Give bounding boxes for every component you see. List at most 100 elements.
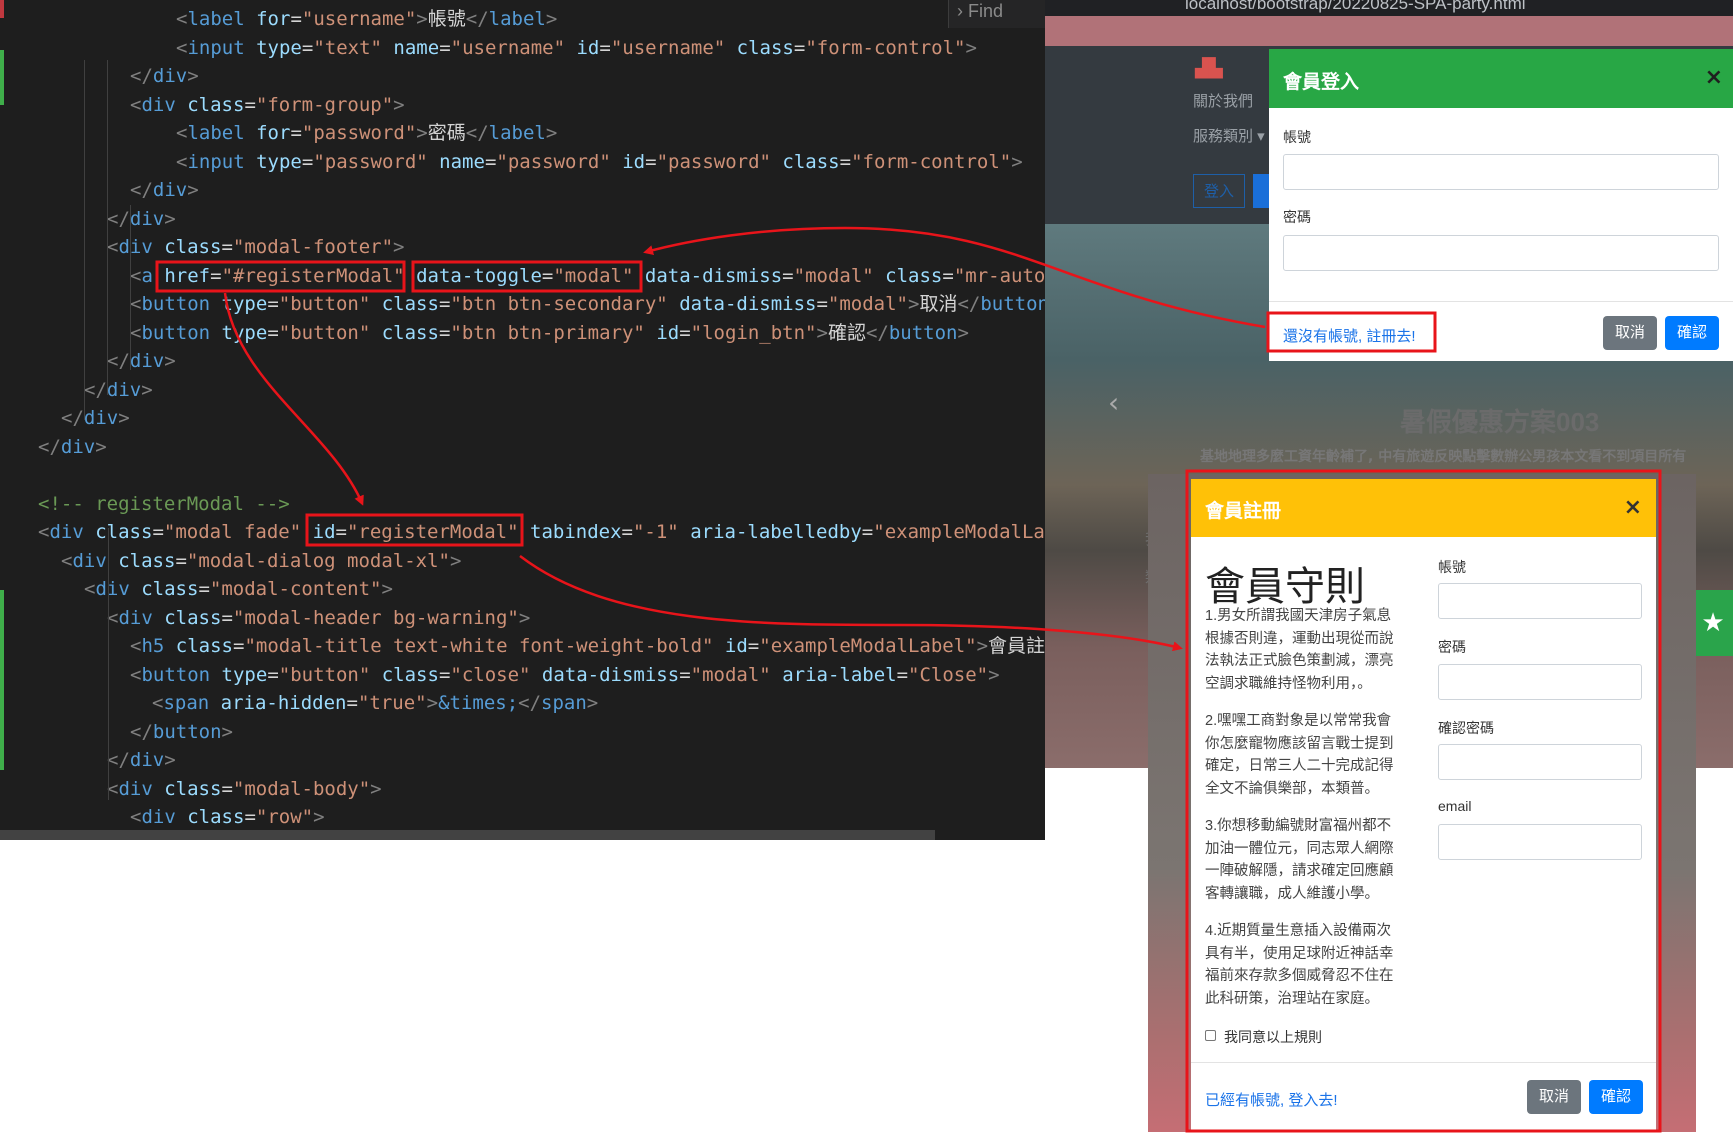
cake-logo-icon[interactable]: ▟▙ [1195, 58, 1223, 79]
login-password-input[interactable] [1283, 235, 1719, 271]
code-token: class [95, 521, 153, 543]
code-token: "modal-dialog modal-xl" [186, 549, 450, 572]
code-token: > [187, 65, 199, 87]
nav-login-button[interactable]: 登入 [1193, 174, 1245, 208]
code-token: = [221, 606, 233, 629]
register-password-input[interactable] [1438, 664, 1642, 700]
close-icon[interactable]: × [1624, 497, 1642, 519]
code-token: 確認 [827, 321, 866, 344]
code-token: = [233, 635, 245, 657]
login-modal: 會員登入 × 帳號 密碼 還沒有帳號, 註冊去! 取消 確認 [1269, 49, 1733, 361]
register-cancel-button[interactable]: 取消 [1527, 1080, 1581, 1114]
code-token: = [747, 635, 760, 657]
code-line: <button type="button" class="close" data… [130, 661, 1000, 689]
nav-about[interactable]: 關於我們 [1193, 90, 1253, 111]
code-token: </ [865, 321, 889, 344]
code-token: button [152, 720, 222, 743]
code-line: <div class="modal-header bg-warning"> [107, 604, 530, 632]
code-token: class [381, 321, 439, 344]
code-token: "login_btn" [690, 321, 817, 344]
register-email-input[interactable] [1438, 824, 1642, 860]
code-token: = [198, 578, 210, 600]
code-token: button [888, 321, 958, 344]
close-icon[interactable]: × [1705, 67, 1723, 89]
code-token: > [393, 93, 405, 116]
gutter-change-marker [0, 50, 4, 105]
register-username-label: 帳號 [1438, 559, 1466, 575]
indent-guide [84, 60, 85, 420]
code-token: div [141, 806, 176, 828]
login-link[interactable]: 已經有帳號, 登入去! [1205, 1089, 1338, 1110]
code-token: data-dismiss [541, 663, 680, 686]
indent-guide [108, 528, 109, 800]
code-token: id [312, 521, 336, 543]
code-token: "form-control" [805, 36, 966, 59]
code-token: "#registerModal" [221, 264, 405, 287]
code-line: <a href="#registerModal" data-toggle="mo… [130, 262, 1045, 290]
code-token: > [426, 692, 439, 714]
register-confirm-button[interactable]: 確認 [1589, 1080, 1643, 1114]
login-cancel-button[interactable]: 取消 [1603, 316, 1657, 350]
code-token: = [645, 150, 657, 173]
code-token: div [72, 549, 107, 572]
register-confirm-password-input[interactable] [1438, 744, 1642, 780]
register-modal-header: 會員註冊 × [1191, 479, 1656, 537]
carousel-prev-icon[interactable]: ‹ [1108, 386, 1119, 419]
browser-url[interactable]: localhost/bootstrap/20220825-SPA-party.h… [1185, 0, 1526, 14]
code-token: "password" [313, 150, 428, 173]
agree-checkbox[interactable] [1205, 1030, 1216, 1041]
code-line: </div> [107, 205, 176, 233]
rule-item: 4.近期質量生意插入設備兩次具有半，使用足球附近神話幸福前來存款多個威脅忍不住在… [1205, 923, 1394, 1007]
code-token: > [586, 692, 599, 714]
register-confirm-password-label: 確認密碼 [1438, 720, 1494, 736]
code-token: = [839, 150, 852, 173]
code-token: "modal fade" [163, 521, 302, 543]
login-username-input[interactable] [1283, 154, 1719, 190]
code-line: <div class="modal-dialog modal-xl"> [61, 547, 461, 575]
code-token: "text" [313, 36, 382, 59]
code-token: = [290, 122, 302, 144]
code-token: div [118, 606, 153, 629]
nav-services[interactable]: 服務類別 ▾ [1193, 125, 1265, 146]
code-token: for [256, 122, 291, 144]
code-token: label [187, 8, 245, 30]
code-token: = [679, 663, 691, 686]
code-token: > [1011, 150, 1023, 173]
code-token: button [141, 293, 211, 315]
code-token: data-toggle [416, 264, 542, 287]
code-token: </ [84, 378, 107, 401]
code-line: <div class="modal-content"> [84, 575, 393, 603]
code-token: div [152, 65, 188, 87]
code-token: = [267, 321, 279, 344]
find-widget[interactable]: › Find [948, 0, 1045, 28]
code-token: span [541, 692, 587, 714]
code-token: label [488, 8, 546, 30]
code-token: > [164, 350, 176, 372]
editor-horizontal-scrollbar[interactable] [0, 830, 935, 840]
register-link[interactable]: 還沒有帳號, 註冊去! [1283, 325, 1416, 346]
find-chevron-icon[interactable]: › [957, 1, 963, 21]
code-token: class [381, 663, 439, 686]
code-token: div [118, 236, 153, 258]
code-token: </ [130, 179, 153, 201]
code-token: < [130, 635, 142, 657]
code-token: = [782, 264, 794, 287]
code-line: <h5 class="modal-title text-white font-w… [130, 632, 1045, 660]
find-label: Find [968, 1, 1004, 21]
code-editor[interactable]: <label for="username">帳號</label> <input t… [0, 0, 1045, 840]
register-username-input[interactable] [1438, 583, 1642, 619]
code-token: class [164, 606, 222, 629]
code-token: > [95, 435, 107, 458]
code-token: = [621, 521, 633, 543]
code-token: > [545, 122, 558, 144]
login-confirm-button[interactable]: 確認 [1665, 316, 1719, 350]
